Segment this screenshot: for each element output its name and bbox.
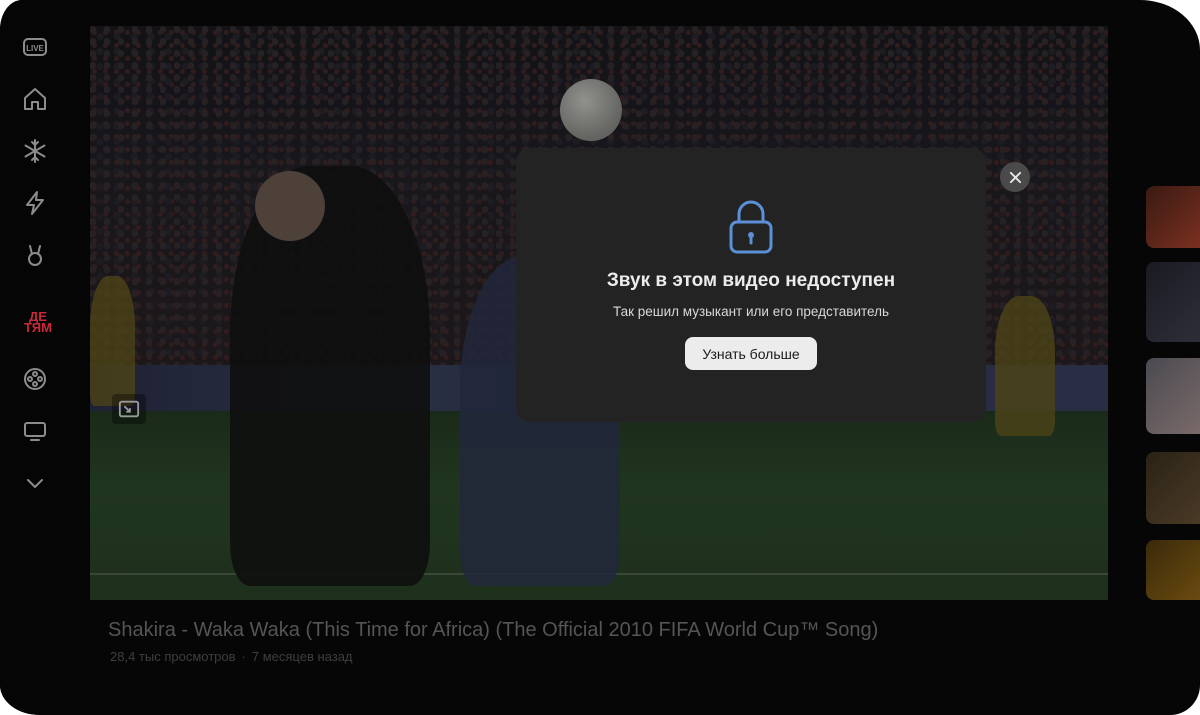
recommended-thumbnail[interactable] (1146, 452, 1200, 524)
tv-icon[interactable] (20, 416, 50, 446)
meta-separator: · (241, 649, 246, 664)
live-icon[interactable]: LIVE (20, 32, 50, 62)
recommended-thumbnail[interactable] (1146, 262, 1200, 342)
recommended-thumbnail[interactable] (1146, 186, 1200, 248)
dialog-subtitle: Так решил музыкант или его представитель (612, 304, 889, 319)
dialog-title: Звук в этом видео недоступен (606, 270, 896, 291)
snowflake-icon[interactable] (20, 136, 50, 166)
svg-text:LIVE: LIVE (26, 44, 44, 53)
chevron-down-icon[interactable] (20, 468, 50, 498)
recommended-thumbnail[interactable] (1146, 540, 1200, 600)
learn-more-button[interactable]: Узнать больше (685, 337, 817, 370)
lock-icon (729, 200, 773, 254)
kids-logo[interactable]: ДЕ ТЯМ (18, 310, 58, 341)
close-button[interactable] (1000, 162, 1030, 192)
picture-in-picture-icon[interactable] (112, 394, 146, 424)
video-meta: 28,4 тыс просмотров · 7 месяцев назад (110, 649, 353, 664)
close-icon (1009, 171, 1021, 183)
sidebar: LIVE ДЕ ТЯМ (0, 0, 90, 715)
video-title: Shakira - Waka Waka (This Time for Afric… (108, 619, 879, 641)
upload-age: 7 месяцев назад (251, 649, 353, 664)
sound-unavailable-dialog: Звук в этом видео недоступен Так решил м… (516, 148, 986, 422)
home-icon[interactable] (20, 84, 50, 114)
view-count: 28,4 тыс просмотров (110, 649, 236, 664)
film-reel-icon[interactable] (20, 364, 50, 394)
recommended-thumbnail[interactable] (1146, 358, 1200, 434)
bunny-icon[interactable] (20, 240, 50, 270)
lightning-icon[interactable] (20, 188, 50, 218)
